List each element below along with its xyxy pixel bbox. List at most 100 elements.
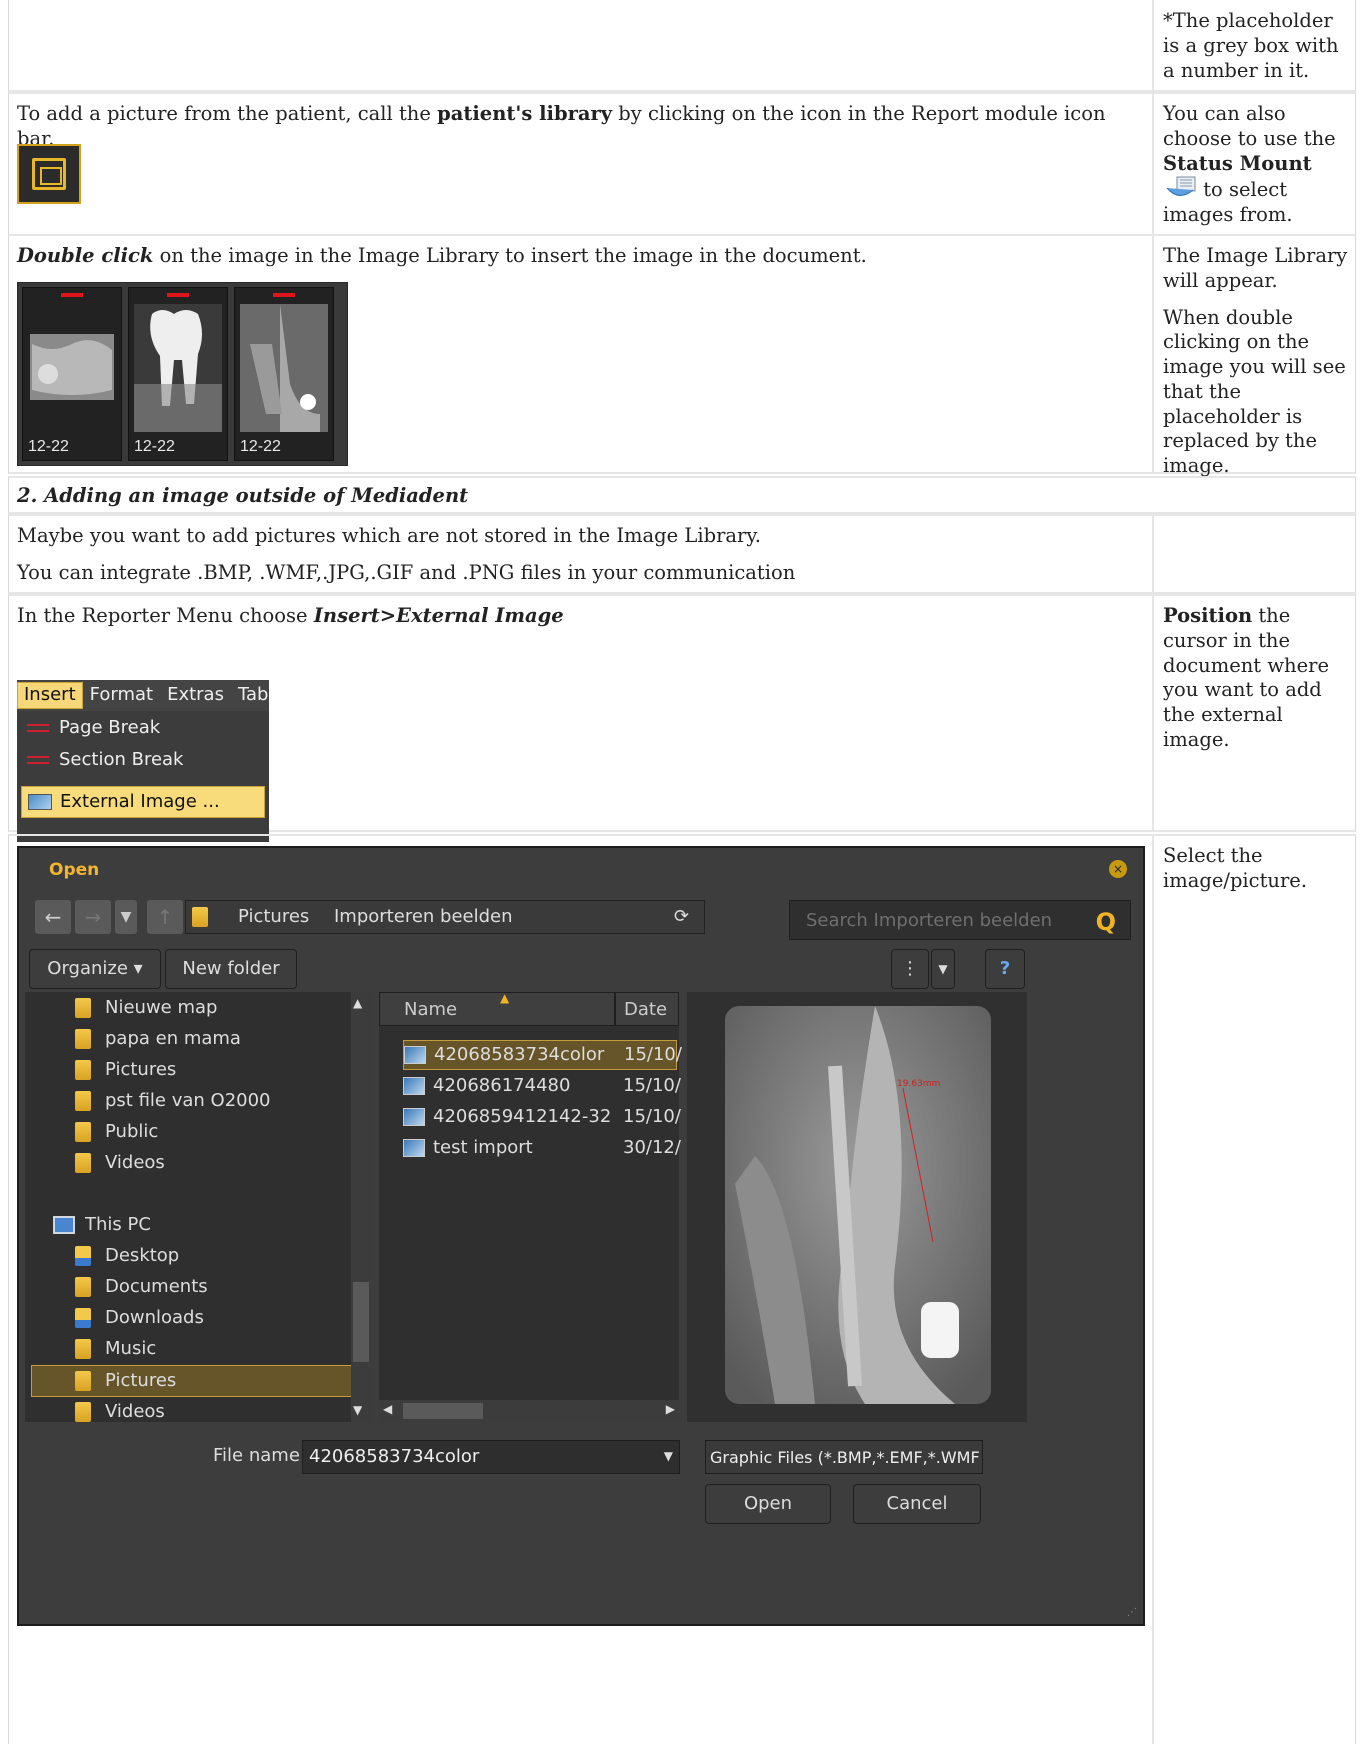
resize-grip-icon[interactable]: ⋰ — [1127, 1607, 1137, 1620]
file-type-select[interactable]: Graphic Files (*.BMP,*.EMF,*.WMF — [705, 1440, 983, 1474]
menu-format[interactable]: Format — [83, 684, 160, 707]
organize-button[interactable]: Organize ▾ — [29, 949, 161, 989]
computer-icon — [53, 1216, 75, 1234]
tree-item[interactable]: papa en mama — [75, 1025, 241, 1053]
image-file-icon — [403, 1077, 425, 1095]
refresh-icon[interactable]: ⟳ — [674, 906, 689, 929]
file-row[interactable]: 4206859412142-32 15/10/ — [403, 1102, 681, 1132]
tree-item[interactable]: Music — [75, 1335, 156, 1363]
menu-item-external-image[interactable]: External Image ... — [21, 786, 265, 818]
image-library-strip: 12-22 12-22 12-22 — [17, 282, 348, 466]
back-icon[interactable]: ← — [35, 900, 71, 934]
table-row: Open × ← → ▼ ↑ Pictures Importeren beeld… — [8, 834, 1356, 1744]
library-instruction: To add a picture from the patient, call … — [17, 102, 1106, 150]
thumbnail[interactable]: 12-22 — [234, 287, 334, 461]
menu-item-section-break[interactable]: Section Break — [21, 744, 265, 776]
search-input[interactable]: Search Importeren beelden Q — [789, 900, 1131, 940]
chevron-down-icon[interactable]: ▼ — [115, 900, 137, 934]
open-button[interactable]: Open — [705, 1484, 831, 1524]
instruction-cell: To add a picture from the patient, call … — [9, 94, 1154, 234]
note-cell: Select the image/picture. — [1155, 836, 1355, 1744]
menu-extras[interactable]: Extras — [160, 684, 231, 707]
select-image-note: Select the image/picture. — [1163, 844, 1308, 892]
instruction-cell: In the Reporter Menu choose Insert>Exter… — [9, 596, 1154, 842]
search-icon[interactable]: Q — [1096, 907, 1116, 937]
tree-scrollbar[interactable]: ▲ ▼ — [351, 992, 371, 1422]
file-name-label: File name: — [213, 1445, 306, 1466]
insert-menu: Insert Format Extras Tab Page Break Sect… — [17, 680, 269, 842]
table-row: In the Reporter Menu choose Insert>Exter… — [8, 594, 1356, 842]
library-appear-note: The Image Library will appear. — [1163, 244, 1348, 292]
status-mount-note: You can also choose to use the Status Mo… — [1163, 102, 1336, 226]
section-heading: 2. Adding an image outside of Mediadent — [17, 484, 469, 507]
tree-item-selected[interactable]: Pictures — [75, 1367, 176, 1395]
chevron-down-icon[interactable]: ▼ — [664, 1449, 673, 1464]
help-icon[interactable]: ? — [985, 949, 1025, 989]
tree-item[interactable]: Videos — [75, 1398, 165, 1426]
thumbnail[interactable]: 12-22 — [22, 287, 122, 461]
tree-item[interactable]: Desktop — [75, 1242, 179, 1270]
view-options-icon[interactable]: ⋮ — [891, 949, 929, 989]
xray-preview: 19.63mm — [725, 1006, 991, 1404]
tree-item[interactable]: Videos — [75, 1149, 165, 1177]
folder-tree: Nieuwe map papa en mama Pictures pst fil… — [25, 992, 371, 1422]
menu-item-page-break[interactable]: Page Break — [21, 712, 265, 744]
sort-arrow-icon: ▲ — [500, 991, 510, 1005]
new-folder-button[interactable]: New folder — [165, 949, 297, 989]
menu-insert[interactable]: Insert — [17, 682, 83, 709]
preview-pane: 19.63mm — [687, 992, 1027, 1422]
cancel-button[interactable]: Cancel — [853, 1484, 981, 1524]
insert-menu-instruction: In the Reporter Menu choose Insert>Exter… — [17, 604, 564, 627]
file-row[interactable]: test import 30/12/ — [403, 1133, 681, 1163]
menu-bar: Insert Format Extras Tab — [17, 680, 269, 711]
empty-cell — [9, 0, 1154, 90]
note-cell: You can also choose to use the Status Mo… — [1155, 94, 1355, 234]
tree-item-this-pc[interactable]: This PC — [53, 1211, 151, 1239]
table-row: Double click on the image in the Image L… — [8, 236, 1356, 477]
page-break-icon — [27, 720, 51, 736]
file-row-selected[interactable]: 42068583734color 15/10/ — [403, 1040, 682, 1070]
up-icon[interactable]: ↑ — [147, 900, 183, 934]
tree-item[interactable]: Pictures — [75, 1056, 176, 1084]
file-row[interactable]: 420686174480 15/10/ — [403, 1071, 681, 1101]
heading-cell: 2. Adding an image outside of Mediadent — [9, 478, 1355, 512]
outside-images-text: Maybe you want to add pictures which are… — [17, 524, 761, 547]
close-icon[interactable]: × — [1109, 860, 1127, 878]
tree-item[interactable]: Downloads — [75, 1304, 204, 1332]
tree-item[interactable]: Public — [75, 1118, 158, 1146]
table-row: Maybe you want to add pictures which are… — [8, 514, 1356, 594]
note-cell: Position the cursor in the document wher… — [1155, 596, 1355, 830]
breadcrumb[interactable]: Pictures Importeren beelden ⟳ — [185, 900, 705, 934]
view-dropdown-icon[interactable]: ▼ — [931, 949, 955, 989]
dialog-cell: Open × ← → ▼ ↑ Pictures Importeren beeld… — [9, 836, 1154, 1744]
thumbnail[interactable]: 12-22 — [128, 287, 228, 461]
measurement-label: 19.63mm — [897, 1079, 940, 1089]
breadcrumb-pictures[interactable]: Pictures — [238, 906, 309, 929]
status-mount-icon — [1163, 176, 1197, 198]
instruction-cell: Double click on the image in the Image L… — [9, 236, 1154, 472]
note-cell: *The placeholder is a grey box with a nu… — [1155, 0, 1355, 90]
double-click-instruction: Double click on the image in the Image L… — [17, 244, 867, 267]
breadcrumb-importeren[interactable]: Importeren beelden — [334, 906, 513, 929]
section-break-icon — [27, 752, 51, 768]
section-heading-row: 2. Adding an image outside of Mediadent — [8, 476, 1356, 514]
column-date[interactable]: Date — [615, 992, 679, 1026]
placeholder-note: *The placeholder is a grey box with a nu… — [1163, 9, 1339, 82]
dialog-title: Open — [49, 860, 100, 880]
folder-icon — [192, 907, 208, 927]
image-file-icon — [404, 1046, 426, 1064]
file-name-input[interactable]: 42068583734color ▼ — [302, 1440, 680, 1474]
tree-item[interactable]: Documents — [75, 1273, 208, 1301]
tree-item[interactable]: Nieuwe map — [75, 994, 217, 1022]
image-library-icon[interactable] — [17, 144, 81, 204]
column-name[interactable]: Name ▲ — [379, 991, 615, 1026]
forward-icon[interactable]: → — [75, 900, 111, 934]
file-list-scrollbar[interactable]: ◀ ▶ — [379, 1400, 679, 1422]
table-row: To add a picture from the patient, call … — [8, 92, 1356, 236]
image-icon — [28, 794, 52, 810]
menu-table[interactable]: Tab — [231, 684, 275, 707]
empty-cell — [1155, 516, 1355, 592]
file-list: Name ▲ Date 42068583734color 15/10/ 420686… — [379, 991, 682, 1422]
image-file-icon — [403, 1139, 425, 1157]
tree-item[interactable]: pst file van O2000 — [75, 1087, 271, 1115]
